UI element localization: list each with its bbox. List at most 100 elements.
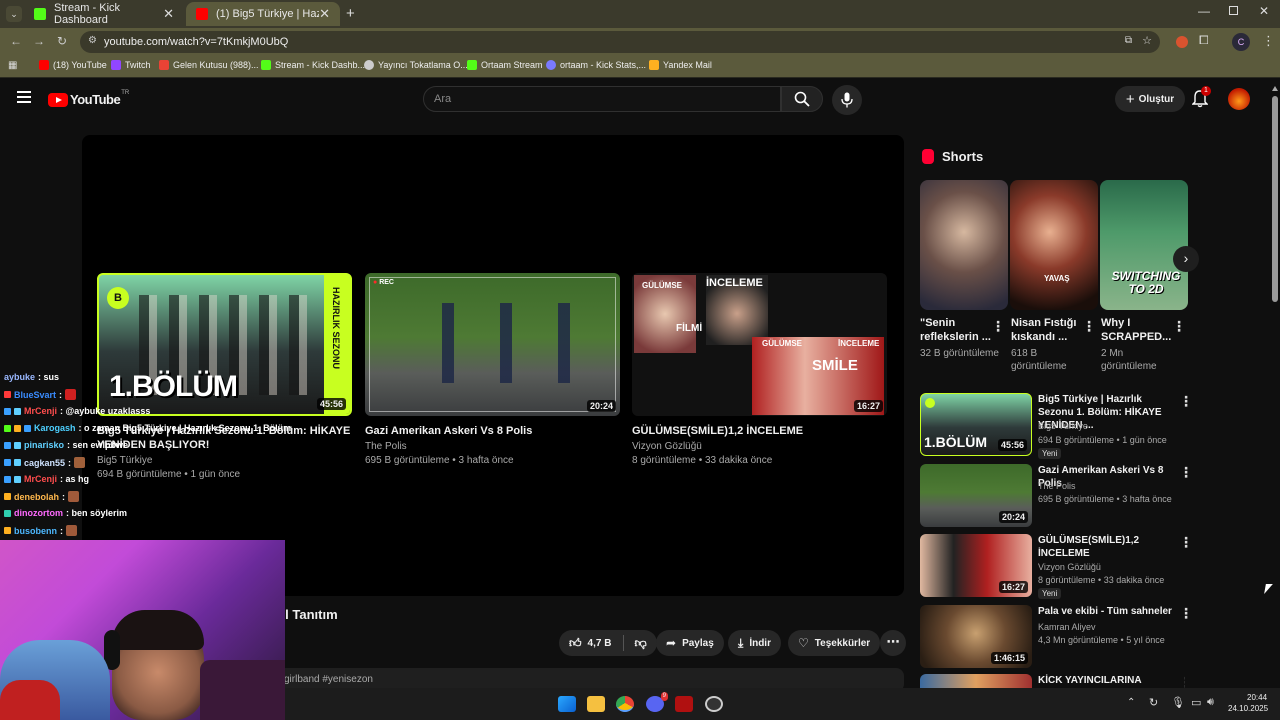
chat-text: : as hg xyxy=(60,474,90,484)
reload-icon[interactable]: ↻ xyxy=(57,34,67,48)
voice-search-button[interactable] xyxy=(832,85,862,115)
chat-message: Karogash : o zaman Big5 Türkiye | Hazırl… xyxy=(4,423,291,433)
short-title[interactable]: "Senin reflekslerin ... xyxy=(920,316,1000,344)
site-info-icon[interactable]: ⚙ xyxy=(88,35,97,46)
create-button[interactable]: + Oluştur xyxy=(1115,86,1185,112)
obs-icon[interactable] xyxy=(705,696,723,712)
sidebar-video-4[interactable]: 1:46:15 Pala ve ekibi - Tüm sahneler Kam… xyxy=(920,605,1193,669)
apps-grid-icon[interactable]: ▦ xyxy=(8,60,17,71)
bookmark-ortaam-stream[interactable]: Ortaam Stream xyxy=(467,60,543,70)
endscreen-video-2[interactable]: ● REC 20:24 Gazi Amerikan Askeri Vs 8 Po… xyxy=(365,273,620,466)
maximize-button[interactable] xyxy=(1229,6,1238,15)
file-explorer-icon[interactable] xyxy=(587,696,605,712)
windows-start-icon[interactable] xyxy=(558,696,576,712)
more-options-icon[interactable]: ⋮ xyxy=(1179,534,1193,551)
more-options-icon[interactable]: ⋮ xyxy=(1082,318,1096,335)
search-input[interactable]: Ara xyxy=(423,86,781,112)
bookmark-twitch[interactable]: Twitch xyxy=(111,60,151,70)
tab-kick-dashboard[interactable]: Stream - Kick Dashboard ✕ xyxy=(24,2,184,26)
channel-name[interactable]: Vizyon Gözlüğü xyxy=(1038,562,1101,572)
profile-avatar[interactable]: C xyxy=(1232,33,1250,51)
channel-name[interactable]: Vizyon Gözlüğü xyxy=(632,441,887,452)
thanks-button[interactable]: ♡ Teşekkürler xyxy=(788,630,881,656)
short-views: 2 Mn görüntüleme xyxy=(1101,348,1157,372)
bookmark-yayinci[interactable]: Yayıncı Tokatlama O... xyxy=(364,60,468,70)
forward-icon[interactable]: → xyxy=(33,34,45,48)
channel-name[interactable]: The Polis xyxy=(1038,481,1076,491)
close-tab-icon[interactable]: ✕ xyxy=(163,6,174,22)
stats-icon xyxy=(546,60,556,70)
clock-time[interactable]: 20:44 xyxy=(1247,693,1267,702)
youtube-logo[interactable]: YouTube TR xyxy=(48,90,129,107)
bookmark-star-icon[interactable]: ☆ xyxy=(1142,34,1152,47)
short-thumbnail-3[interactable]: SWITCHING TO 2D xyxy=(1100,180,1188,310)
chrome-icon[interactable] xyxy=(616,696,634,712)
new-tab-button[interactable]: + xyxy=(346,5,355,22)
bookmark-kick-stats[interactable]: ortaam - Kick Stats,... xyxy=(546,60,646,70)
discord-icon[interactable]: 9 xyxy=(646,692,668,712)
tray-mic-icon[interactable]: 🎙︎ xyxy=(1171,696,1185,709)
tray-volume-icon[interactable]: 🔊︎ xyxy=(1207,696,1214,709)
youtube-wordmark: YouTube xyxy=(70,92,121,107)
search-button[interactable] xyxy=(781,86,823,112)
endscreen-video-3[interactable]: GÜLÜMSE İNCELEME FİLMİ GÜLÜMSE İNCELEME … xyxy=(632,273,887,466)
chat-text: : ben söylerim xyxy=(66,508,128,518)
extensions-puzzle-icon[interactable]: ⧠ xyxy=(1199,33,1209,48)
like-button[interactable]: 👍︎ 4,7 B 👎︎ xyxy=(559,630,657,656)
channel-name[interactable]: The Polis xyxy=(365,441,620,452)
menu-hamburger-icon[interactable] xyxy=(17,91,31,103)
download-button[interactable]: ⤓ İndir xyxy=(728,630,781,656)
tray-sync-icon[interactable]: ↻ xyxy=(1149,696,1158,709)
address-bar[interactable]: ⚙ youtube.com/watch?v=7tKmkjM0UbQ ⧉ ☆ xyxy=(80,31,1160,53)
more-options-icon[interactable]: ⋮ xyxy=(991,318,1005,335)
tab-search-button[interactable]: ⌄ xyxy=(6,6,22,22)
more-options-icon[interactable]: ⋮ xyxy=(1179,464,1193,481)
sidebar-video-3[interactable]: 16:27 GÜLÜMSE(SMİLE)1,2 İNCELEME Vizyon … xyxy=(920,534,1193,599)
browser-menu-icon[interactable]: ⋮ xyxy=(1262,33,1275,49)
video-title[interactable]: Gazi Amerikan Askeri Vs 8 Polis xyxy=(365,424,620,438)
page-scrollbar[interactable] xyxy=(1270,84,1280,688)
share-button[interactable]: ➦ Paylaş xyxy=(656,630,724,656)
minimize-button[interactable]: — xyxy=(1198,4,1210,18)
install-app-icon[interactable]: ⧉ xyxy=(1125,35,1132,46)
bookmark-yandex-mail[interactable]: Yandex Mail xyxy=(649,60,712,70)
short-thumbnail-2[interactable]: YAVAŞ xyxy=(1010,180,1098,310)
shorts-heading: Shorts xyxy=(922,149,983,164)
more-options-icon[interactable]: ⋮ xyxy=(1179,674,1185,688)
short-title[interactable]: Why I SCRAPPED... xyxy=(1101,316,1181,344)
more-options-icon[interactable]: ⋮ xyxy=(1179,393,1193,410)
app-icon-red[interactable] xyxy=(675,696,693,712)
notifications-button[interactable]: 1 xyxy=(1191,86,1211,113)
plus-icon: + xyxy=(1125,90,1135,108)
shorts-next-button[interactable]: › xyxy=(1173,246,1199,272)
channel-name[interactable]: Big5 Türkiye xyxy=(1038,421,1088,431)
scrollbar-thumb[interactable] xyxy=(1272,96,1278,302)
chat-message: cagkan55 : xyxy=(4,457,86,468)
back-icon[interactable]: ← xyxy=(10,34,22,48)
bookmark-youtube[interactable]: (18) YouTube xyxy=(39,60,107,70)
more-actions-button[interactable]: ⋯ xyxy=(880,630,906,656)
bookmark-kick-dashboard[interactable]: Stream - Kick Dashb... xyxy=(261,60,365,70)
sidebar-video-5[interactable]: KİCK YAYINCILARINA ŞARKI ⋮ xyxy=(920,674,1185,688)
tray-overflow-icon[interactable]: ⌃ xyxy=(1127,697,1135,708)
short-thumbnail-1[interactable] xyxy=(920,180,1008,310)
tray-monitor-icon[interactable]: ▭ xyxy=(1191,696,1201,709)
sidebar-video-2[interactable]: 20:24 Gazi Amerikan Askeri Vs 8 Polis Th… xyxy=(920,464,1193,528)
more-options-icon[interactable]: ⋮ xyxy=(1172,318,1186,335)
more-options-icon[interactable]: ⋮ xyxy=(1179,605,1193,622)
scrollbar-up-arrow[interactable] xyxy=(1272,86,1278,91)
close-tab-icon[interactable]: ✕ xyxy=(319,6,330,22)
video-title[interactable]: GÜLÜMSE(SMİLE)1,2 İNCELEME xyxy=(632,424,887,438)
sidebar-video-1[interactable]: 1.BÖLÜM 45:56 Big5 Türkiye | Hazırlık Se… xyxy=(920,393,1193,459)
clock-date[interactable]: 24.10.2025 xyxy=(1228,704,1268,713)
short-title[interactable]: Nisan Fıstığı kıskandı ... xyxy=(1011,316,1091,344)
extension-icon[interactable] xyxy=(1176,36,1188,48)
bookmark-gmail[interactable]: Gelen Kutusu (988)... xyxy=(159,60,259,70)
tab-youtube-video[interactable]: (1) Big5 Türkiye | Hazırlık Sezon ✕ xyxy=(186,2,340,26)
close-window-button[interactable]: ✕ xyxy=(1259,4,1269,18)
channel-name[interactable]: Kamran Aliyev xyxy=(1038,622,1096,632)
thumbs-down-icon[interactable]: 👎︎ xyxy=(634,636,646,651)
account-avatar[interactable] xyxy=(1228,88,1250,110)
video-thumbnail: 1.BÖLÜM 45:56 xyxy=(920,393,1032,456)
chat-username: cagkan55 xyxy=(24,457,66,468)
